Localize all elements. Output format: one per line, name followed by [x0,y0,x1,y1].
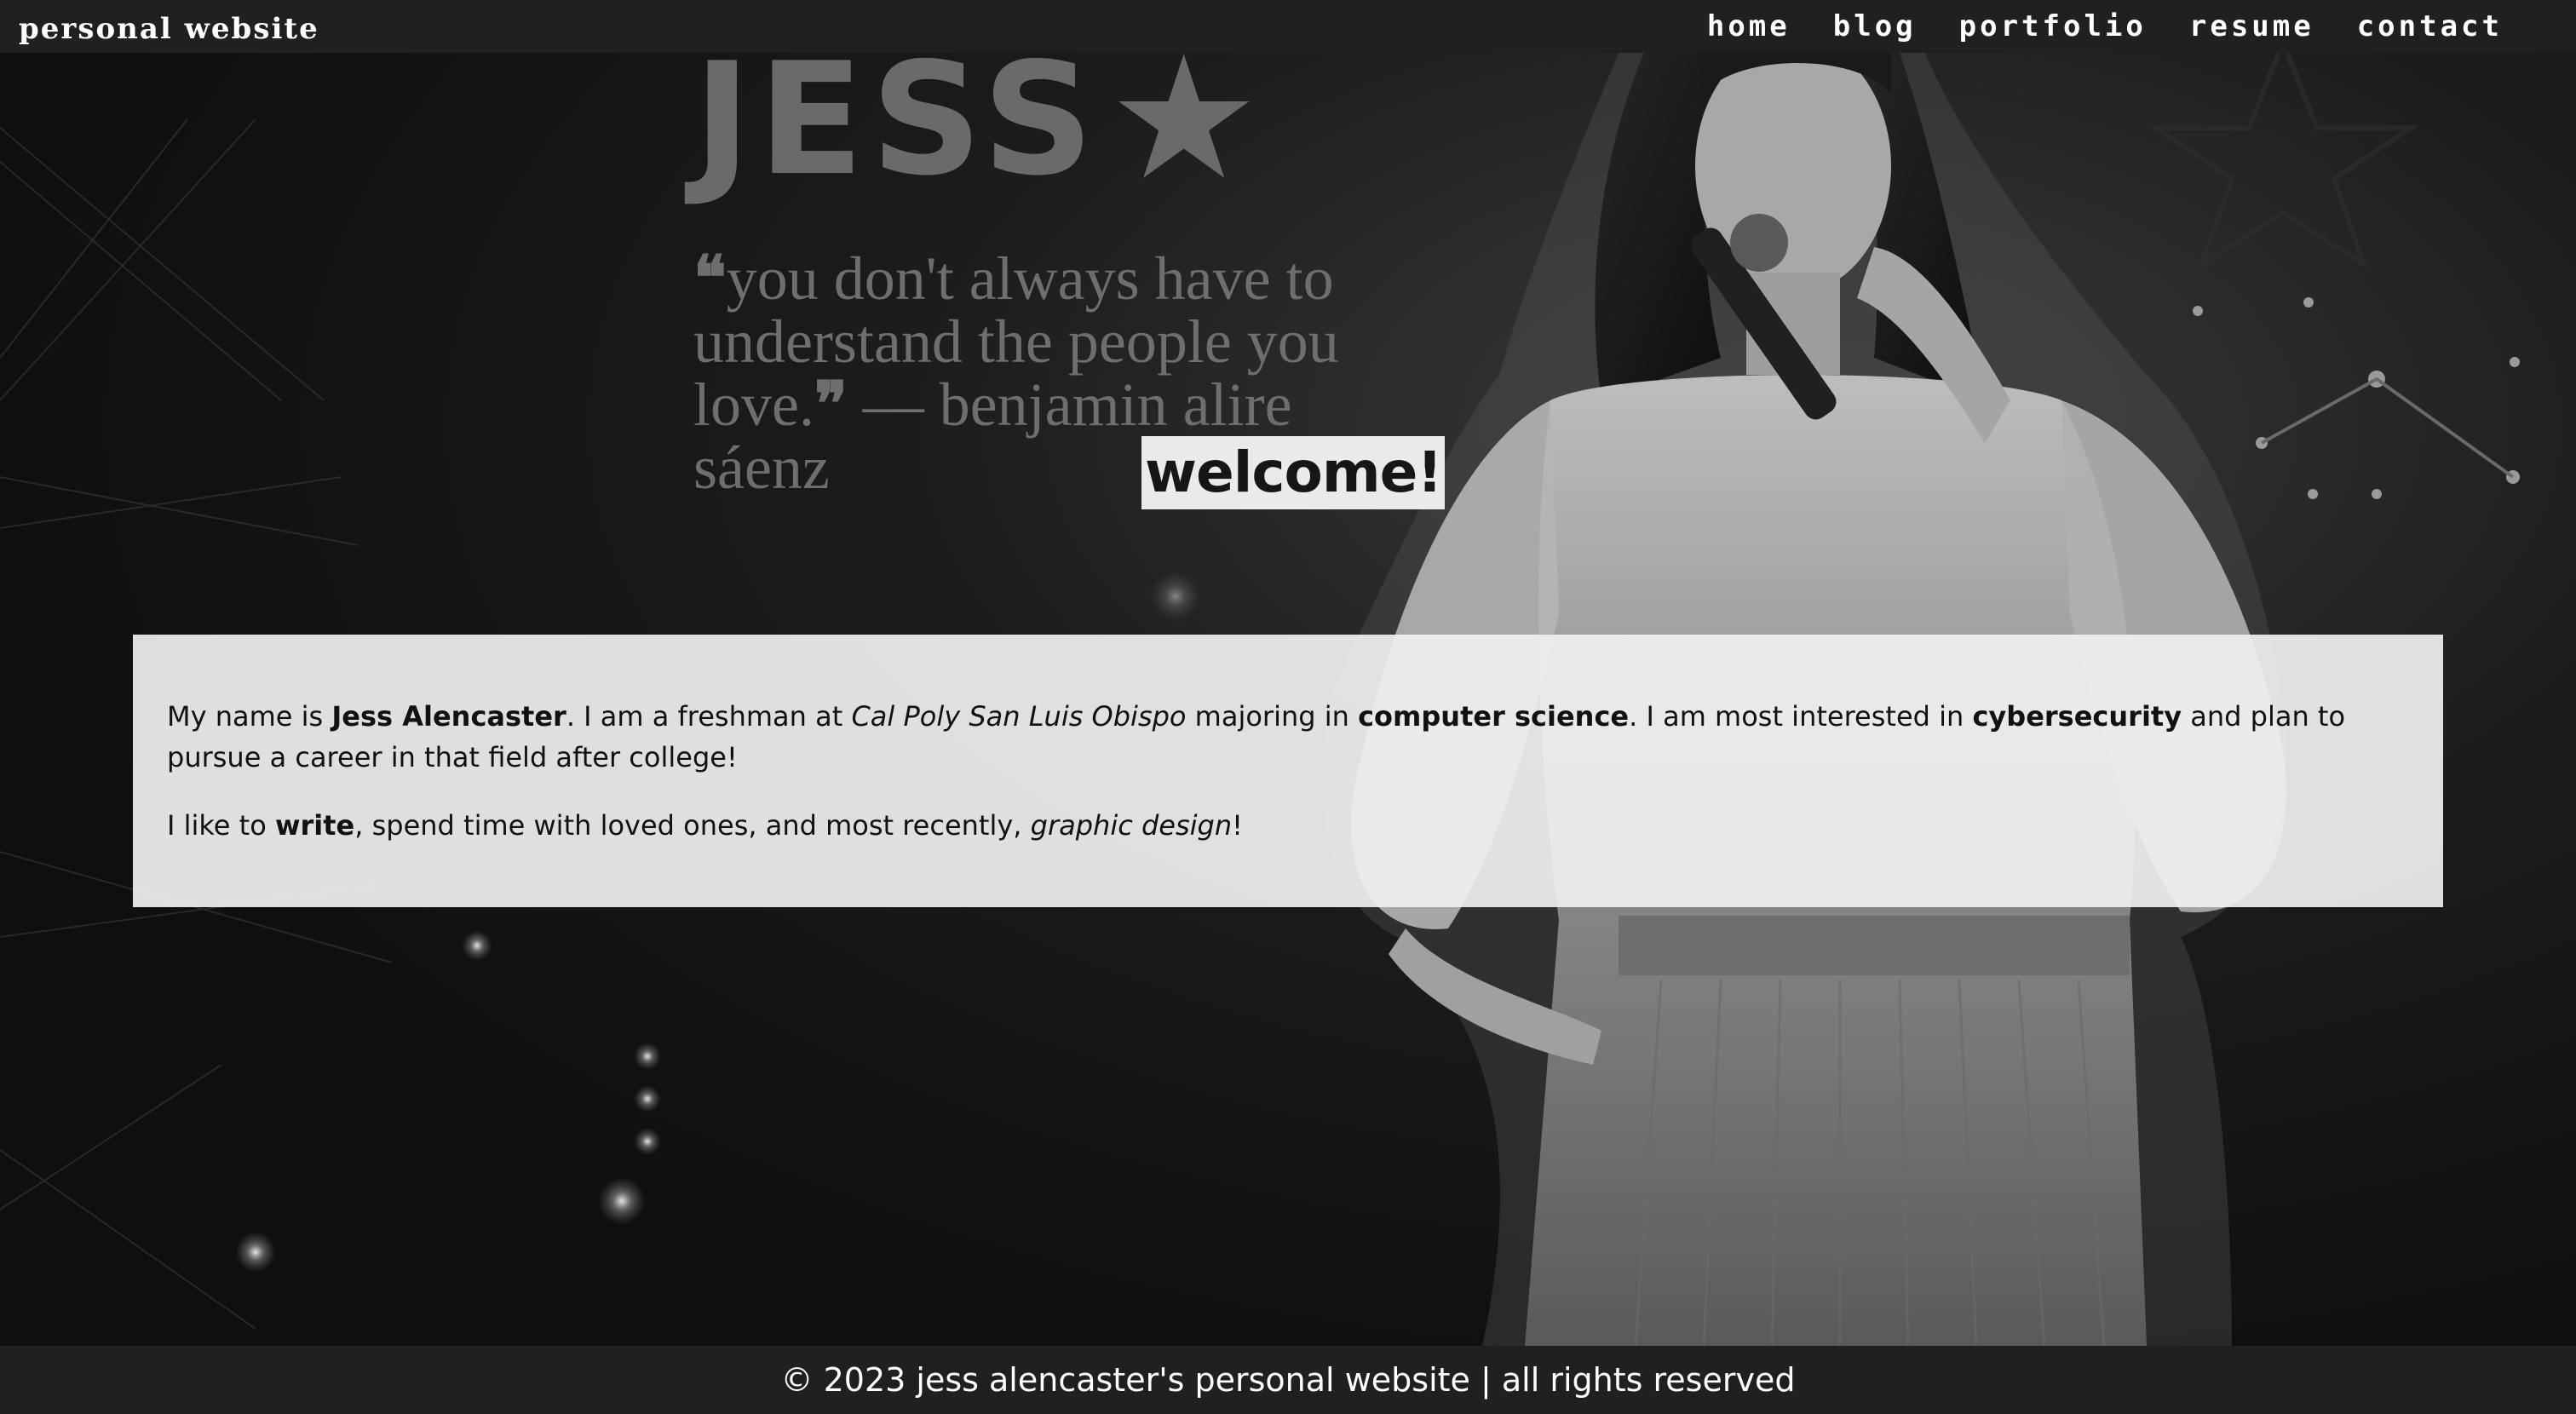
nav-blog-link[interactable]: blog [1833,5,1917,48]
top-navigation-bar: personal website home blog portfolio res… [0,0,2576,53]
welcome-label: welcome! [1141,436,1446,509]
footer: © 2023 jess alencaster's personal websit… [0,1346,2576,1414]
about-paragraph-2: I like to write, spend time with loved o… [167,805,2409,846]
about-text: . I am a freshman at [566,700,852,733]
main-nav: home blog portfolio resume contact [1707,5,2503,48]
nav-home-link[interactable]: home [1707,5,1791,48]
about-school: Cal Poly San Luis Obispo [851,700,1187,733]
about-text: , spend time with loved ones, and most r… [354,809,1031,842]
about-hobby-write: write [274,809,355,842]
close-quote-icon: ❞ [814,371,848,439]
about-text: My name is [167,700,332,733]
about-name: Jess Alencaster [331,700,566,733]
page: personal website home blog portfolio res… [0,0,2576,1414]
nav-portfolio-link[interactable]: portfolio [1959,5,2147,48]
about-text: majoring in [1186,700,1359,733]
site-name-link[interactable]: personal website [19,9,319,49]
about-text: . I am most interested in [1629,700,1973,733]
about-section: My name is Jess Alencaster. I am a fresh… [133,635,2443,907]
about-hobby-design: graphic design [1030,809,1233,842]
footer-copyright: © 2023 jess alencaster's personal websit… [780,1361,1796,1399]
about-interest: cybersecurity [1972,700,2182,733]
nav-contact-link[interactable]: contact [2357,5,2503,48]
about-major: computer science [1358,700,1630,733]
about-text: ! [1232,809,1243,842]
star-icon: ★ [1107,20,1268,218]
hero-title-text: JESS [693,29,1101,210]
about-paragraph-1: My name is Jess Alencaster. I am a fresh… [167,696,2409,778]
open-quote-icon: ❝ [693,244,727,313]
nav-resume-link[interactable]: resume [2189,5,2314,48]
hero-title: JESS ★ [693,20,1268,218]
about-text: I like to [167,809,275,842]
